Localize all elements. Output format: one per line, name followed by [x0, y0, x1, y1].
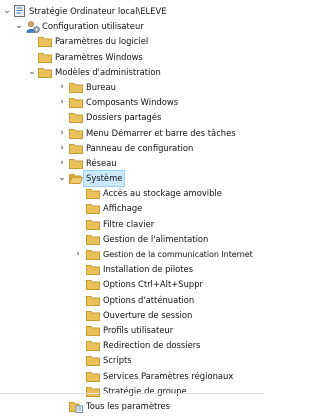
tree-item-parametres-windows[interactable]: Paramètres Windows	[0, 50, 264, 65]
tree-item-bureau[interactable]: › Bureau	[0, 80, 264, 95]
tree-item-composants-windows[interactable]: › Composants Windows	[0, 95, 264, 110]
folder-icon	[86, 279, 100, 291]
tree-item-label: Réseau	[86, 157, 117, 168]
tree-item-menu-demarrer[interactable]: › Menu Démarrer et barre des tâches	[0, 126, 264, 141]
tree-item-label: Accès au stockage amovible	[103, 188, 222, 199]
folder-icon	[86, 371, 100, 382]
all-settings-icon	[69, 401, 83, 413]
tree-item-root[interactable]: ⌄ Stratégie Ordinateur local\ELEVE	[0, 4, 264, 19]
tree-item-label: Modèles d'administration	[55, 66, 161, 77]
chevron-right-icon[interactable]: ›	[57, 126, 67, 141]
folder-icon	[86, 325, 100, 336]
folder-icon	[38, 67, 52, 78]
tree-item-filtre-clavier[interactable]: Filtre clavier	[0, 217, 264, 232]
tree-item-label: Scripts	[103, 355, 132, 366]
policy-tree: ⌄ Stratégie Ordinateur local\ELEVE ⌄ Con…	[0, 4, 264, 414]
folder-icon	[86, 295, 100, 306]
chevron-down-icon[interactable]: ⌄	[57, 171, 67, 186]
tree-item-panneau-de-configuration[interactable]: › Panneau de configuration	[0, 141, 264, 156]
chevron-right-icon[interactable]: ›	[57, 141, 67, 156]
tree-item-label: Options d'atténuation	[103, 294, 195, 305]
folder-icon	[69, 128, 83, 139]
folder-icon	[38, 36, 52, 48]
tree-item-label: Gestion de l'alimentation	[103, 233, 209, 244]
folder-icon	[86, 203, 100, 215]
tree-item-label: Options Ctrl+Alt+Suppr	[103, 279, 203, 290]
folder-icon	[86, 234, 100, 245]
chevron-right-icon[interactable]: ›	[73, 247, 83, 262]
tree-item-gestion-alimentation[interactable]: Gestion de l'alimentation	[0, 232, 264, 247]
folder-icon	[86, 310, 100, 321]
tree-item-label: Stratégie Ordinateur local\ELEVE	[29, 6, 167, 16]
tree-item-gestion-communication-internet[interactable]: › Gestion de la communication Internet	[0, 247, 264, 262]
tree-item-scripts[interactable]: Scripts	[0, 353, 264, 368]
folder-icon	[69, 158, 83, 169]
tree-item-label: Système	[82, 170, 126, 188]
tree-item-label: Paramètres du logiciel	[55, 36, 149, 47]
tree-item-label: Composants Windows	[86, 97, 179, 108]
folder-icon	[86, 249, 100, 260]
tree-item-dossiers-partages[interactable]: Dossiers partagés	[0, 110, 264, 125]
tree-item-label: Services Paramètres régionaux	[103, 370, 234, 381]
tree-item-label: Gestion de la communication Internet	[103, 249, 253, 259]
folder-icon	[86, 340, 100, 352]
tree-item-options-ctrl-alt-suppr[interactable]: Options Ctrl+Alt+Suppr	[0, 277, 264, 292]
tree-item-options-attenuation[interactable]: Options d'atténuation	[0, 293, 264, 308]
chevron-right-icon[interactable]: ›	[57, 95, 67, 110]
tree-item-label: Dossiers partagés	[86, 112, 162, 123]
tree-item-ouverture-de-session[interactable]: Ouverture de session	[0, 308, 264, 323]
tree-item-redirection-de-dossiers[interactable]: Redirection de dossiers	[0, 338, 264, 353]
tree-item-label: Filtre clavier	[103, 218, 155, 229]
folder-icon	[69, 97, 83, 109]
tree-item-tous-les-parametres[interactable]: Tous les paramètres	[0, 399, 264, 414]
tree-item-affichage[interactable]: Affichage	[0, 201, 264, 216]
chevron-right-icon[interactable]: ›	[57, 80, 67, 95]
tree-item-systeme[interactable]: ⌄ Système	[0, 170, 264, 188]
tree-item-label: Panneau de configuration	[86, 142, 194, 153]
chevron-down-icon[interactable]: ⌄	[27, 65, 37, 80]
tree-item-parametres-du-logiciel[interactable]: Paramètres du logiciel	[0, 34, 264, 49]
tree-item-modeles-administration[interactable]: ⌄ Modèles d'administration	[0, 65, 264, 80]
tree-item-acces-stockage-amovible[interactable]: Accès au stockage amovible	[0, 186, 264, 201]
tree-item-label: Installation de pilotes	[103, 264, 194, 275]
tree-item-label: Tous les paramètres	[86, 400, 171, 411]
folder-icon	[86, 355, 100, 367]
tree-item-services-parametres-regionaux[interactable]: Services Paramètres régionaux	[0, 369, 264, 384]
tree-item-label: Paramètres Windows	[55, 51, 143, 62]
tree-item-label: Ouverture de session	[103, 309, 193, 320]
tree-item-configuration-utilisateur[interactable]: ⌄ Configuration utilisateur	[0, 19, 264, 34]
chevron-down-icon[interactable]: ⌄	[2, 4, 12, 19]
folder-icon	[38, 52, 52, 63]
folder-open-icon	[68, 173, 84, 185]
folder-icon	[69, 143, 83, 154]
user-config-icon	[26, 21, 40, 33]
folder-icon	[86, 188, 100, 200]
folder-icon	[69, 82, 83, 93]
folder-icon	[86, 264, 100, 276]
policy-document-icon	[14, 5, 25, 17]
tree-item-strategie-de-groupe[interactable]: Stratégie de groupe	[0, 384, 264, 399]
tree-item-label: Stratégie de groupe	[103, 385, 187, 396]
tree-item-installation-pilotes[interactable]: Installation de pilotes	[0, 262, 264, 277]
folder-icon	[69, 112, 83, 124]
tree-item-label: Bureau	[86, 81, 116, 92]
chevron-right-icon[interactable]: ›	[57, 156, 67, 171]
tree-item-label: Menu Démarrer et barre des tâches	[86, 127, 236, 138]
tree-item-label: Configuration utilisateur	[42, 21, 144, 32]
tree-item-label: Redirection de dossiers	[103, 340, 201, 351]
tree-item-profils-utilisateur[interactable]: Profils utilisateur	[0, 323, 264, 338]
panel-bottom-border	[0, 393, 264, 394]
chevron-down-icon[interactable]: ⌄	[14, 19, 24, 34]
tree-item-label: Affichage	[103, 203, 143, 214]
folder-icon	[86, 219, 100, 230]
tree-item-reseau[interactable]: › Réseau	[0, 156, 264, 171]
tree-item-label: Profils utilisateur	[103, 324, 174, 335]
folder-icon	[86, 386, 100, 397]
